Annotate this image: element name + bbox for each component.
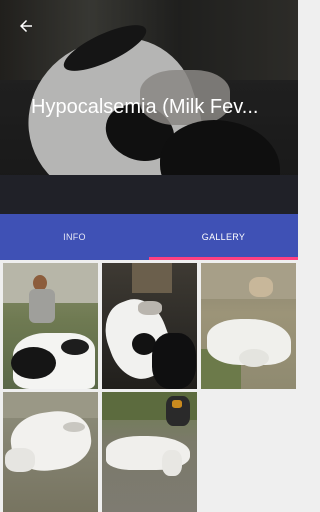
page-title: Hypocalsemia (Milk Fev... bbox=[31, 96, 259, 118]
tab-gallery-label: GALLERY bbox=[201, 232, 246, 242]
tab-bar: INFO GALLERY bbox=[0, 214, 298, 260]
gallery-photo[interactable] bbox=[102, 392, 197, 512]
gallery-photo[interactable] bbox=[3, 263, 98, 389]
app-screen: Hypocalsemia (Milk Fev... INFO GALLERY bbox=[0, 0, 298, 512]
tab-info[interactable]: INFO bbox=[0, 214, 149, 260]
back-button[interactable] bbox=[10, 10, 42, 42]
header-photo: Hypocalsemia (Milk Fev... bbox=[0, 0, 298, 214]
tab-info-label: INFO bbox=[63, 232, 86, 242]
tab-gallery[interactable]: GALLERY bbox=[149, 214, 298, 260]
arrow-back-icon bbox=[20, 20, 32, 32]
gallery-grid bbox=[0, 260, 298, 512]
gallery-photo[interactable] bbox=[102, 263, 197, 389]
gallery-photo[interactable] bbox=[201, 263, 296, 389]
gallery-photo[interactable] bbox=[3, 392, 98, 512]
